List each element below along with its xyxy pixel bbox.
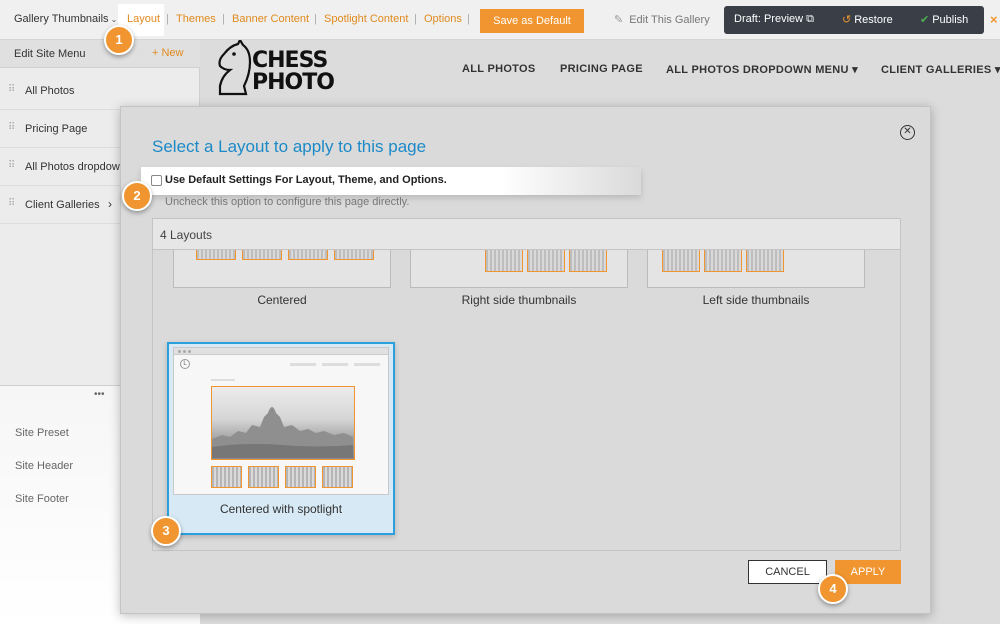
layout-card-left-side[interactable] <box>647 250 865 288</box>
close-icon[interactable]: × <box>990 12 998 27</box>
window-dot-icon <box>188 350 191 353</box>
thumbnail <box>196 250 236 260</box>
site-footer-link[interactable]: Site Footer <box>15 493 69 505</box>
layout-name-centered: Centered <box>257 293 307 307</box>
thumbnail <box>211 466 242 488</box>
layout-name-left-side: Left side thumbnails <box>702 293 810 307</box>
layout-card-centered-spotlight[interactable]: L Centered with spotlight <box>167 342 395 535</box>
chevron-right-icon: › <box>108 197 112 211</box>
spotlight-image <box>211 386 355 460</box>
sidebar-item-label: Client Galleries <box>25 199 100 211</box>
nav-placeholder <box>290 363 316 366</box>
tab-themes[interactable]: Themes <box>176 13 216 25</box>
browser-chrome <box>174 348 388 355</box>
nav-pricing-page[interactable]: PRICING PAGE <box>560 63 643 75</box>
chevron-down-icon: ⌄ <box>110 15 118 24</box>
step-badge-1: 1 <box>104 25 134 55</box>
thumbnail <box>569 250 607 272</box>
site-preset-link[interactable]: Site Preset <box>15 427 69 439</box>
nav-placeholder <box>354 363 380 366</box>
title-placeholder <box>211 379 235 381</box>
step-badge-2: 2 <box>122 181 152 211</box>
draft-preview-button[interactable]: Draft: Preview ⧉ <box>734 13 814 26</box>
logo-line: PHOTO <box>252 70 335 95</box>
sidebar-item-label: Pricing Page <box>25 123 88 135</box>
drag-handle-icon[interactable]: ⠿ <box>8 198 15 209</box>
new-menu-item-button[interactable]: + New <box>152 47 184 59</box>
separator: | <box>467 13 470 25</box>
drag-handle-icon[interactable]: ⠿ <box>8 84 15 95</box>
separator: | <box>166 13 169 25</box>
logo-line: CHESS <box>252 48 328 73</box>
default-settings-checkbox[interactable] <box>151 175 162 186</box>
layouts-count: 4 Layouts <box>160 228 213 242</box>
layouts-header: 4 Layouts <box>153 219 900 250</box>
default-settings-label[interactable]: Use Default Settings For Layout, Theme, … <box>165 174 447 186</box>
close-icon[interactable]: ✕ <box>900 125 915 140</box>
thumbnail <box>527 250 565 272</box>
separator: | <box>222 13 225 25</box>
pencil-icon: ✎ <box>614 14 624 26</box>
nav-all-photos[interactable]: ALL PHOTOS <box>462 63 536 75</box>
top-toolbar: Gallery Thumbnails ⌄ Layout | Themes | Ba… <box>0 0 1000 40</box>
thumbnail <box>288 250 328 260</box>
layout-name-centered-spotlight: Centered with spotlight <box>219 502 343 516</box>
layout-card-right-side[interactable] <box>410 250 628 288</box>
sidebar-header: Edit Site Menu + New <box>0 40 200 68</box>
city-skyline-icon <box>212 407 353 458</box>
thumbnail <box>242 250 282 260</box>
layout-preview: L <box>173 347 389 495</box>
logo-icon: L <box>180 359 190 369</box>
drag-handle-icon[interactable]: ⠿ <box>8 122 15 133</box>
nav-placeholder <box>322 363 348 366</box>
layout-card-centered[interactable] <box>173 250 391 288</box>
tab-layout[interactable]: Layout <box>127 13 160 25</box>
nav-all-photos-dropdown[interactable]: ALL PHOTOS DROPDOWN MENU ▾ <box>666 63 858 76</box>
thumbnail <box>248 466 279 488</box>
check-circle-icon: ✔ <box>920 14 930 26</box>
restore-button[interactable]: ↺ Restore <box>842 13 893 26</box>
cancel-button[interactable]: CANCEL <box>748 560 827 584</box>
sidebar-item-all-photos[interactable]: ⠿ All Photos <box>0 72 200 110</box>
tab-spotlight-content[interactable]: Spotlight Content <box>324 13 408 25</box>
layouts-list: 4 Layouts Centered Right side thumbnails… <box>152 218 901 551</box>
window-dot-icon <box>178 350 181 353</box>
sidebar-title: Edit Site Menu <box>14 48 86 60</box>
tab-banner-content[interactable]: Banner Content <box>232 13 309 25</box>
nav-client-galleries[interactable]: CLIENT GALLERIES ▾ <box>881 63 1000 76</box>
external-link-icon: ⧉ <box>806 13 814 25</box>
modal-title: Select a Layout to apply to this page <box>152 137 427 156</box>
thumbnail <box>485 250 523 272</box>
thumbnail <box>746 250 784 272</box>
thumbnail <box>322 466 353 488</box>
sidebar-item-label: All Photos <box>25 85 75 97</box>
layout-name-right-side: Right side thumbnails <box>461 293 577 307</box>
step-badge-4: 4 <box>818 574 848 604</box>
thumbnail <box>662 250 700 272</box>
resize-handle-icon[interactable]: ••• <box>94 389 105 400</box>
thumbnail <box>704 250 742 272</box>
drag-handle-icon[interactable]: ⠿ <box>8 160 15 171</box>
layout-modal: Select a Layout to apply to this page ✕ … <box>120 106 931 614</box>
site-header-link[interactable]: Site Header <box>15 460 73 472</box>
thumbnail <box>285 466 316 488</box>
edit-gallery-link[interactable]: ✎ Edit This Gallery <box>614 13 710 26</box>
separator: | <box>414 13 417 25</box>
save-as-default-button[interactable]: Save as Default <box>480 9 584 33</box>
gallery-dropdown[interactable]: Gallery Thumbnails ⌄ <box>14 13 117 25</box>
separator: | <box>314 13 317 25</box>
window-dot-icon <box>183 350 186 353</box>
publish-button[interactable]: ✔ Publish <box>920 13 968 26</box>
site-logo-text: CHESS PHOTO <box>252 48 335 95</box>
default-settings-help: Uncheck this option to configure this pa… <box>165 196 410 208</box>
restore-icon: ↺ <box>842 14 852 26</box>
tab-options[interactable]: Options <box>424 13 462 25</box>
thumbnail <box>334 250 374 260</box>
sidebar-item-label: All Photos dropdown <box>25 161 126 173</box>
knight-logo-icon <box>218 40 252 96</box>
step-badge-3: 3 <box>151 516 181 546</box>
